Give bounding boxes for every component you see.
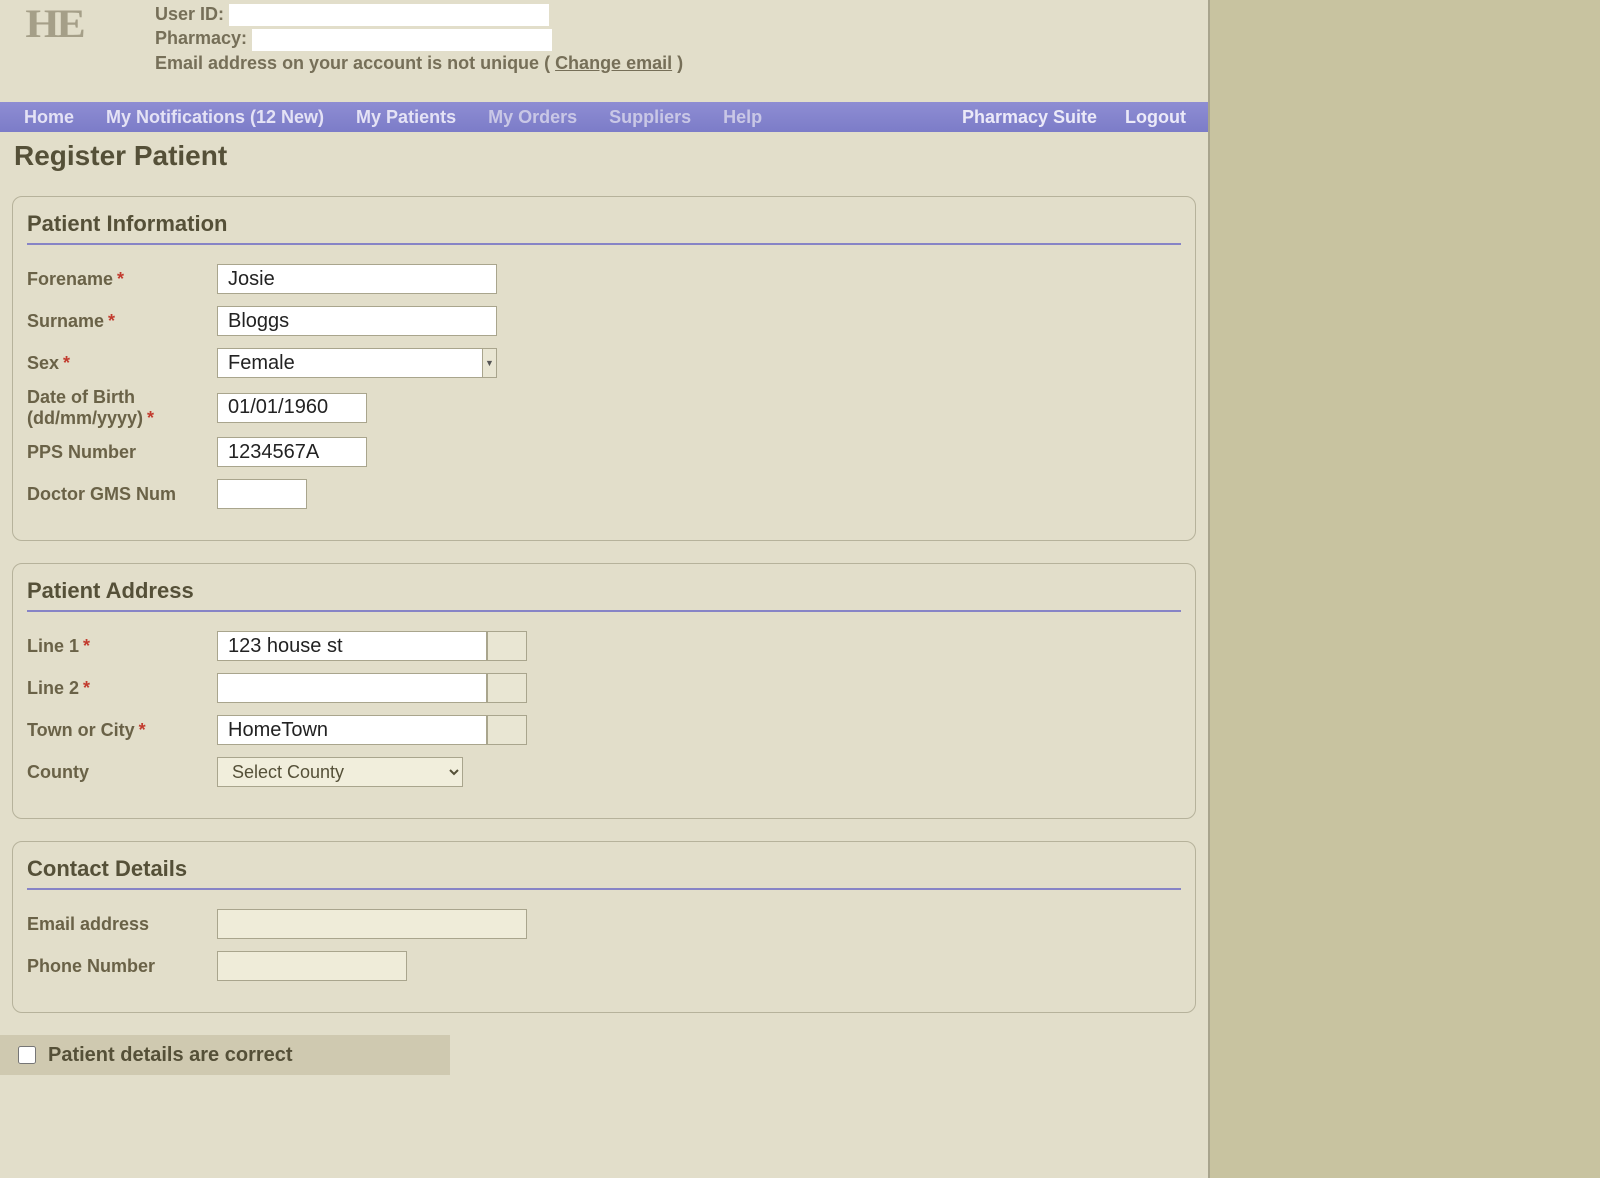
nav-notifications[interactable]: My Notifications (12 New) [90,107,340,128]
section-patient-address: Patient Address Line 1* Line 2* Town or … [12,563,1196,819]
addr-line1-input[interactable] [217,631,487,661]
hse-logo: HE [28,0,108,48]
surname-label: Surname* [27,311,217,332]
pps-label: PPS Number [27,442,217,463]
user-info-block: User ID: Pharmacy: Email address on your… [155,4,683,76]
required-icon: * [147,408,154,428]
addr-stub [487,715,527,745]
details-correct-checkbox[interactable] [18,1046,36,1064]
section-contact-details: Contact Details Email address Phone Numb… [12,841,1196,1013]
dob-input[interactable] [217,393,367,423]
county-select[interactable]: Select County [217,757,463,787]
town-label: Town or City* [27,720,217,741]
confirm-bar: Patient details are correct [0,1035,450,1075]
nav-patients[interactable]: My Patients [340,107,472,128]
page-title: Register Patient [0,132,1208,186]
required-icon: * [83,678,90,698]
email-label: Email address [27,914,217,935]
addr-line1-label: Line 1* [27,636,217,657]
required-icon: * [117,269,124,289]
email-warning-suffix: ) [672,53,683,73]
user-id-label: User ID: [155,4,224,24]
required-icon: * [83,636,90,656]
addr-stub [487,631,527,661]
addr-line2-input[interactable] [217,673,487,703]
legend-patient-address: Patient Address [27,578,1181,612]
email-warning-text: Email address on your account is not uni… [155,53,555,73]
chevron-down-icon[interactable]: ▼ [483,348,497,378]
required-icon: * [139,720,146,740]
forename-label: Forename* [27,269,217,290]
change-email-link[interactable]: Change email [555,53,672,73]
legend-patient-information: Patient Information [27,211,1181,245]
addr-line2-label: Line 2* [27,678,217,699]
sex-label: Sex* [27,353,217,374]
header: HE User ID: Pharmacy: Email address on y… [0,0,1208,102]
legend-contact-details: Contact Details [27,856,1181,890]
main-nav: Home My Notifications (12 New) My Patien… [0,102,1208,132]
nav-orders[interactable]: My Orders [472,107,593,128]
gms-label: Doctor GMS Num [27,484,217,505]
nav-help[interactable]: Help [707,107,778,128]
gms-input[interactable] [217,479,307,509]
email-input[interactable] [217,909,527,939]
surname-input[interactable] [217,306,497,336]
forename-input[interactable] [217,264,497,294]
details-correct-label: Patient details are correct [48,1044,293,1067]
section-patient-information: Patient Information Forename* Surname* S… [12,196,1196,541]
addr-stub [487,673,527,703]
pharmacy-label: Pharmacy: [155,28,247,48]
pps-input[interactable] [217,437,367,467]
nav-logout[interactable]: Logout [1111,107,1200,128]
nav-suppliers[interactable]: Suppliers [593,107,707,128]
county-label: County [27,762,217,783]
required-icon: * [108,311,115,331]
nav-pharmacy-suite[interactable]: Pharmacy Suite [948,107,1111,128]
town-input[interactable] [217,715,487,745]
phone-input[interactable] [217,951,407,981]
dob-label: Date of Birth (dd/mm/yyyy)* [27,387,217,428]
nav-home[interactable]: Home [8,107,90,128]
user-id-value-masked [229,4,549,26]
app-frame: HE User ID: Pharmacy: Email address on y… [0,0,1210,1178]
required-icon: * [63,353,70,373]
pharmacy-value-masked [252,29,552,51]
phone-label: Phone Number [27,956,217,977]
sex-select[interactable] [217,348,483,378]
